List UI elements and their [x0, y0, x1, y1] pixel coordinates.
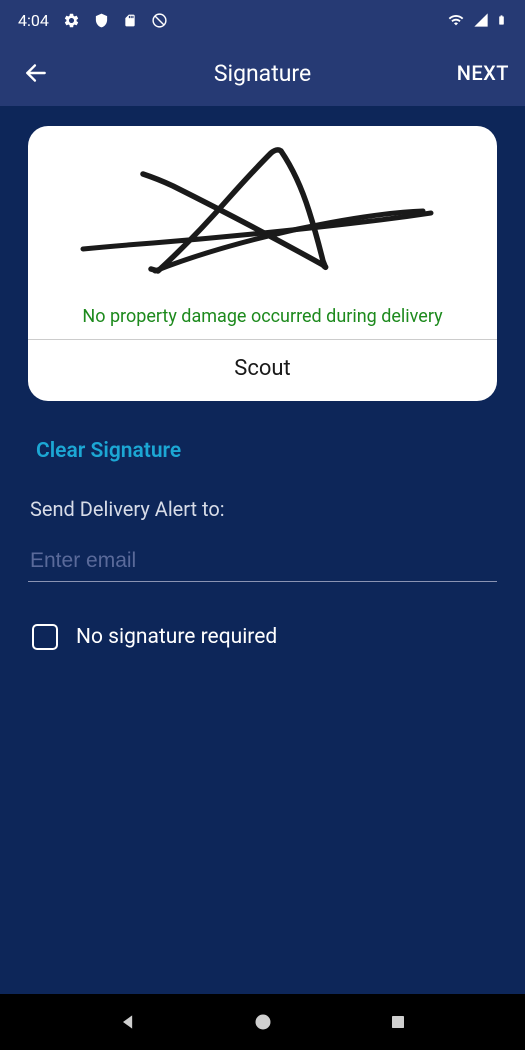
back-button[interactable] [16, 53, 56, 93]
shield-icon [94, 12, 109, 29]
content-area: No property damage occurred during deliv… [0, 106, 525, 670]
page-title: Signature [214, 60, 311, 87]
email-field[interactable] [28, 545, 497, 577]
no-signature-checkbox[interactable] [32, 624, 58, 650]
damage-confirmation-text: No property damage occurred during deliv… [28, 301, 497, 339]
circle-home-icon [253, 1012, 273, 1032]
signer-name: Scout [28, 340, 497, 401]
signature-card: No property damage occurred during deliv… [28, 126, 497, 401]
no-circle-icon [151, 12, 168, 29]
delivery-alert-label: Send Delivery Alert to: [30, 497, 497, 521]
wifi-icon [446, 12, 466, 28]
sd-card-icon [123, 12, 137, 29]
system-nav-bar [0, 994, 525, 1050]
battery-icon [496, 11, 507, 29]
signature-pad[interactable] [28, 126, 497, 301]
arrow-left-icon [23, 60, 49, 86]
square-recent-icon [389, 1013, 407, 1031]
status-bar: 4:04 [0, 0, 525, 40]
status-time: 4:04 [18, 11, 49, 30]
status-left: 4:04 [18, 11, 168, 30]
signal-icon [472, 12, 490, 28]
nav-home-button[interactable] [238, 997, 288, 1047]
triangle-back-icon [118, 1012, 138, 1032]
no-signature-label: No signature required [76, 625, 277, 649]
no-signature-checkbox-row[interactable]: No signature required [32, 624, 497, 650]
nav-back-button[interactable] [103, 997, 153, 1047]
signature-drawing [53, 131, 473, 296]
clear-signature-button[interactable]: Clear Signature [36, 439, 497, 463]
app-bar: Signature NEXT [0, 40, 525, 106]
nav-recent-button[interactable] [373, 997, 423, 1047]
email-input-wrap [28, 545, 497, 582]
gear-icon [63, 12, 80, 29]
next-button[interactable]: NEXT [457, 61, 509, 85]
status-right [446, 11, 507, 29]
